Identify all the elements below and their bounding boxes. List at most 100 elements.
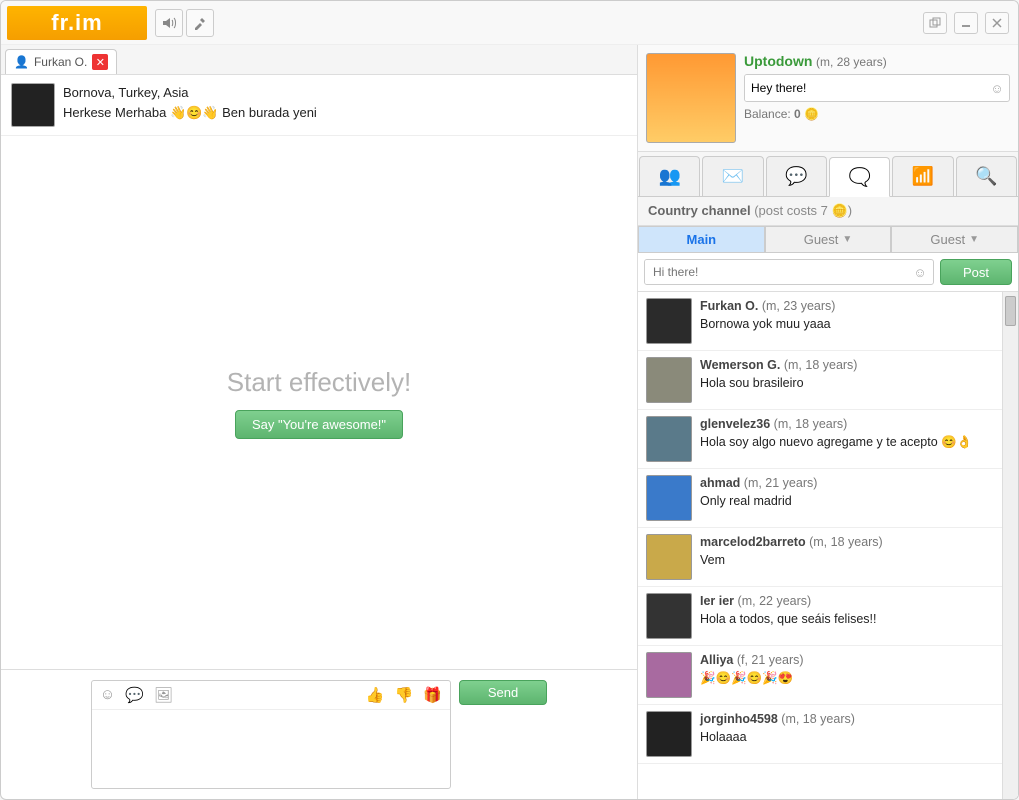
tab-bluetooth[interactable]: 📶 [892,156,953,196]
profile-name[interactable]: Uptodown [744,53,812,69]
gift-icon[interactable]: 🎁 [423,686,442,704]
feed-post[interactable]: glenvelez36 (m, 18 years) Hola soy algo n… [638,410,1018,469]
person-icon: 👤 [14,55,29,69]
post-usermeta: (m, 18 years) [784,358,858,372]
channel-header: Country channel (post costs 7 🪙) [638,197,1018,226]
post-username[interactable]: Furkan O. [700,299,758,313]
wave-icon: 👋😊👋 [170,105,219,120]
balance-row: Balance: 0 🪙 [744,107,1010,121]
message-input-wrap: ☺ 💬 🖼 👍 👎 🎁 [91,680,451,789]
scrollbar[interactable] [1002,292,1018,799]
coin-icon: 🪙 [804,107,819,121]
post-avatar[interactable] [646,475,692,521]
tab-search[interactable]: 🔍 [956,156,1017,196]
post-usermeta: (f, 21 years) [737,653,804,667]
image-icon[interactable]: 🖼 [154,686,173,704]
feed-post[interactable]: Furkan O. (m, 23 years) Bornowa yok muu y… [638,292,1018,351]
say-awesome-button[interactable]: Say "You're awesome!" [235,410,403,439]
contact-location: Bornova, Turkey, Asia [63,83,317,103]
tab-mail[interactable]: ✉️ [702,156,763,196]
send-button[interactable]: Send [459,680,547,705]
post-avatar[interactable] [646,534,692,580]
thumbs-up-icon[interactable]: 👍 [366,686,385,704]
channel-feed[interactable]: Furkan O. (m, 23 years) Bornowa yok muu y… [638,292,1018,799]
post-button[interactable]: Post [940,259,1012,285]
coin-icon: 🪙 [832,203,848,218]
conversation-header: Bornova, Turkey, Asia Herkese Merhaba 👋😊… [1,75,637,136]
app-logo: fr.im [7,6,147,40]
post-message: Hola sou brasileiro [700,375,1000,393]
tab-channel[interactable]: 🗨️ [829,157,890,197]
post-avatar[interactable] [646,298,692,344]
titlebar: fr.im [1,1,1018,45]
post-message: Hola soy algo nuevo agregame y te acepto… [700,434,1000,452]
post-input[interactable] [645,260,907,284]
app-window: fr.im 👤 Furkan O. [0,0,1019,800]
post-avatar[interactable] [646,357,692,403]
sidebar-tabs: 👥 ✉️ 💬 🗨️ 📶 🔍 [638,152,1018,197]
sidebar: Uptodown (m, 28 years) ☺ Balance: 0 🪙 � [638,45,1018,799]
post-usermeta: (m, 18 years) [809,535,883,549]
contact-avatar[interactable] [11,83,55,127]
post-usermeta: (m, 18 years) [781,712,855,726]
feed-post[interactable]: Alliya (f, 21 years) 🎉😊🎉😊🎉😍 [638,646,1018,705]
feed-post[interactable]: ahmad (m, 21 years)Only real madrid [638,469,1018,528]
feed-post[interactable]: jorginho4598 (m, 18 years) Holaaaa [638,705,1018,764]
status-input-wrap: ☺ [744,74,1010,102]
subtab-main[interactable]: Main [638,226,765,252]
post-username[interactable]: Ier ier [700,594,734,608]
post-message: Vem [700,552,1000,570]
post-message: Holaaaa [700,729,1000,747]
post-message: Hola a todos, que seáis felises!! [700,611,1000,629]
post-avatar[interactable] [646,652,692,698]
speech-icon[interactable]: 💬 [125,686,144,704]
message-input[interactable] [92,710,450,785]
status-emoji-button[interactable]: ☺ [985,81,1009,96]
post-usermeta: (m, 22 years) [738,594,812,608]
chat-tab[interactable]: 👤 Furkan O. ✕ [5,49,117,74]
profile-card: Uptodown (m, 28 years) ☺ Balance: 0 🪙 [638,45,1018,152]
post-username[interactable]: marcelod2barreto [700,535,806,549]
post-username[interactable]: Wemerson G. [700,358,780,372]
chat-tab-label: Furkan O. [34,55,87,69]
feed-post[interactable]: Ier ier (m, 22 years) Hola a todos, que s… [638,587,1018,646]
emoji-icon[interactable]: ☺ [100,686,115,704]
profile-meta: (m, 28 years) [816,55,887,69]
post-username[interactable]: Alliya [700,653,733,667]
scrollbar-thumb[interactable] [1005,296,1016,326]
close-tab-button[interactable]: ✕ [92,54,108,70]
chat-panel: 👤 Furkan O. ✕ Bornova, Turkey, Asia Herk… [1,45,638,799]
start-headline: Start effectively! [227,367,412,398]
post-avatar[interactable] [646,416,692,462]
subtab-guest-1[interactable]: Guest▼ [765,226,892,252]
subtab-guest-2[interactable]: Guest▼ [891,226,1018,252]
message-input-bar: ☺ 💬 🖼 👍 👎 🎁 Send [1,669,637,799]
post-usermeta: (m, 21 years) [744,476,818,490]
post-username[interactable]: jorginho4598 [700,712,778,726]
post-username[interactable]: glenvelez36 [700,417,770,431]
post-message: 🎉😊🎉😊🎉😍 [700,670,1000,688]
post-usermeta: (m, 18 years) [774,417,848,431]
chevron-down-icon: ▼ [842,234,852,245]
window-close-button[interactable] [985,12,1009,34]
status-input[interactable] [745,75,985,101]
post-avatar[interactable] [646,593,692,639]
channel-subtabs: Main Guest▼ Guest▼ [638,226,1018,253]
window-restore-button[interactable] [923,12,947,34]
feed-post[interactable]: Wemerson G. (m, 18 years) Hola sou brasil… [638,351,1018,410]
profile-avatar[interactable] [646,53,736,143]
feed-post[interactable]: marcelod2barreto (m, 18 years) Vem [638,528,1018,587]
post-username[interactable]: ahmad [700,476,740,490]
chevron-down-icon: ▼ [969,234,979,245]
post-usermeta: (m, 23 years) [762,299,836,313]
tools-button[interactable] [186,9,214,37]
thumbs-down-icon[interactable]: 👎 [394,686,413,704]
post-emoji-button[interactable]: ☺ [907,260,933,284]
sound-button[interactable] [155,9,183,37]
chat-area: Start effectively! Say "You're awesome!" [1,136,637,669]
window-minimize-button[interactable] [954,12,978,34]
post-avatar[interactable] [646,711,692,757]
post-message: Bornowa yok muu yaaa [700,316,1000,334]
tab-chat[interactable]: 💬 [766,156,827,196]
tab-contacts[interactable]: 👥 [639,156,700,196]
